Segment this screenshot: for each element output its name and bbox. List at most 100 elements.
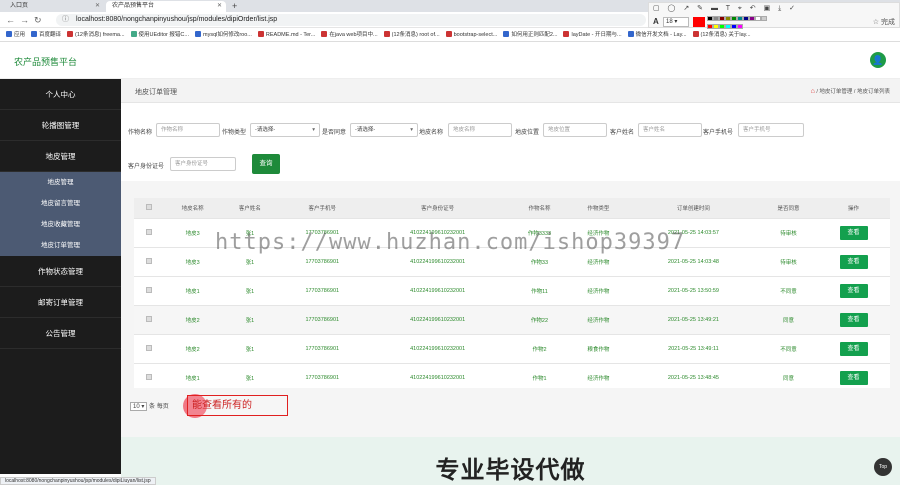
favicon-icon — [130, 31, 137, 37]
land-name-input[interactable]: 地皮名称 — [448, 123, 512, 137]
view-button[interactable]: 查看 — [839, 254, 868, 269]
favicon-icon — [563, 31, 570, 37]
table-cell: 查看 — [817, 362, 890, 392]
select-all-checkbox[interactable] — [146, 203, 152, 210]
col-header: 订单创建时间 — [626, 198, 760, 218]
favicon-icon — [383, 31, 390, 37]
browser-tab-active[interactable]: 农产品预售平台 ✕ — [106, 1, 226, 12]
placeholder: 客户手机号 — [743, 127, 771, 133]
info-icon[interactable]: ⓘ — [62, 14, 69, 26]
close-icon[interactable]: ✕ — [217, 1, 222, 12]
table-cell: 17703786901 — [278, 362, 367, 392]
placeholder: 作物名称 — [161, 127, 184, 133]
view-button[interactable]: 查看 — [839, 341, 868, 356]
page-size-select[interactable]: 10 ▾ — [130, 402, 148, 411]
bookmark-label: 如何用正则匹配2... — [511, 32, 558, 38]
browser-tab-entry[interactable]: 入口页 ✕ — [4, 1, 104, 12]
row-checkbox[interactable] — [146, 286, 152, 293]
sidebar-item-profile[interactable]: 个人中心 — [0, 79, 121, 110]
customer-name-label: 客户姓名 — [610, 130, 635, 136]
bookmark-item[interactable]: 应用 — [6, 29, 26, 41]
bookmark-item[interactable]: (12条消息) freema... — [67, 29, 125, 41]
view-button[interactable]: 查看 — [839, 370, 868, 385]
crop-name-input[interactable]: 作物名称 — [156, 123, 220, 137]
tab-label: 农产品预售平台 — [112, 3, 155, 9]
color-swatch[interactable] — [737, 24, 743, 29]
bookmark-label: 应用 — [14, 32, 26, 38]
reload-icon[interactable]: ↻ — [34, 14, 42, 26]
table-cell: 2021-05-25 13:49:21 — [626, 304, 760, 334]
url-field[interactable]: localhost:8080/nongchanpinyushou/jsp/mod… — [56, 14, 646, 26]
row-checkbox[interactable] — [146, 228, 152, 235]
select-all-cell — [134, 198, 164, 218]
current-color-swatch[interactable] — [693, 17, 705, 27]
sidebar-subitem-land-favorite[interactable]: 地皮收藏管理 — [0, 214, 121, 235]
font-size-value: 18 — [666, 19, 673, 25]
home-icon[interactable]: ⌂ — [811, 88, 815, 95]
back-to-top-button[interactable]: Top — [874, 458, 892, 476]
view-button[interactable]: 查看 — [839, 225, 868, 240]
bookmark-item[interactable]: 微信开发文档 - Lay... — [627, 29, 687, 41]
sidebar-item-label: 轮播图管理 — [41, 121, 80, 130]
close-icon[interactable]: ✕ — [95, 1, 100, 12]
table-cell: 410224199610232001 — [366, 275, 510, 305]
row-select-cell — [134, 333, 164, 363]
placeholder: 地皮名称 — [453, 127, 476, 133]
color-swatch[interactable] — [761, 16, 767, 21]
row-checkbox[interactable] — [146, 344, 152, 351]
col-header: 客户手机号 — [278, 198, 367, 218]
font-size-select[interactable]: 18 ▾ — [663, 17, 689, 27]
new-tab-icon[interactable]: + — [232, 0, 237, 12]
customer-phone-label: 客户手机号 — [703, 130, 734, 136]
bookmark-item[interactable]: mysql如何修改roo... — [194, 29, 252, 41]
toolbar-done-button[interactable]: ☆ 完成 — [873, 17, 895, 27]
bookmark-label: README.md - Ter... — [265, 32, 316, 38]
sidebar-item-carousel[interactable]: 轮播图管理 — [0, 110, 121, 141]
promo-banner: 专业毕设代做 — [121, 437, 900, 485]
bookmark-item[interactable]: README.md - Ter... — [257, 29, 316, 41]
land-location-input[interactable]: 地皮位置 — [543, 123, 607, 137]
sidebar-item-mail-order[interactable]: 邮寄订单管理 — [0, 287, 121, 318]
row-checkbox[interactable] — [146, 315, 152, 322]
page-size-value: 10 — [133, 404, 140, 410]
view-button[interactable]: 查看 — [839, 312, 868, 327]
table-cell: 张1 — [221, 304, 279, 334]
agree-select[interactable]: -请选择- ▾ — [350, 123, 418, 137]
table-cell: 不同意 — [759, 275, 818, 305]
sidebar-item-label: 邮寄订单管理 — [38, 298, 83, 307]
favicon-icon — [692, 31, 699, 37]
sidebar-subitem-land-order[interactable]: 地皮订单管理 — [0, 235, 121, 256]
bookmark-item[interactable]: 使用UEditor 报错C... — [130, 29, 189, 41]
bookmark-item[interactable]: (12条消息) root of... — [383, 29, 440, 41]
shape-tools-icon[interactable]: ▢ ◯ ↗ ✎ ▬ T ⌖ ↶ ▣ ⤓ ✓ — [653, 4, 798, 13]
bookmark-item[interactable]: bootstrap-select... — [445, 29, 497, 41]
row-checkbox[interactable] — [146, 373, 152, 380]
table-cell: 作物2 — [509, 333, 570, 363]
customer-id-input[interactable]: 客户身份证号 — [170, 157, 236, 171]
bookmark-item[interactable]: layDate - 开日期与... — [563, 29, 622, 41]
query-button[interactable]: 查询 — [252, 154, 280, 174]
customer-phone-input[interactable]: 客户手机号 — [738, 123, 804, 137]
view-button[interactable]: 查看 — [839, 283, 868, 298]
sidebar-subitem-land[interactable]: 地皮管理 — [0, 172, 121, 193]
row-checkbox[interactable] — [146, 257, 152, 264]
forward-icon[interactable]: → — [20, 14, 29, 26]
status-bar: localhost:8080/nongchanpinyushou/jsp/mod… — [0, 477, 156, 485]
back-icon[interactable]: ← — [6, 14, 15, 26]
font-icon[interactable]: A — [653, 17, 659, 26]
sidebar-item-notice[interactable]: 公告管理 — [0, 318, 121, 349]
bookmark-item[interactable]: 如何用正则匹配2... — [503, 29, 558, 41]
sidebar-item-label: 地皮收藏管理 — [41, 221, 80, 228]
crop-type-select[interactable]: -请选择- ▾ — [250, 123, 320, 137]
customer-name-input[interactable]: 客户姓名 — [638, 123, 702, 137]
page-size-suffix: 条 每页 — [149, 404, 169, 410]
color-palette[interactable] — [707, 16, 767, 32]
bookmark-item[interactable]: 在java web项目中... — [321, 29, 378, 41]
avatar[interactable]: 👤 — [870, 52, 886, 68]
bookmark-item[interactable]: 百度翻译 — [31, 29, 61, 41]
sidebar-item-land[interactable]: 地皮管理 — [0, 141, 121, 172]
sidebar-subitem-land-message[interactable]: 地皮留言管理 — [0, 193, 121, 214]
sidebar-item-label: 地皮管理 — [45, 152, 76, 161]
table-header-row: 地皮名称 客户姓名 客户手机号 客户身份证号 作物名称 作物类型 订单创建时间 … — [134, 198, 890, 218]
sidebar-item-crop-status[interactable]: 作物状态管理 — [0, 256, 121, 287]
